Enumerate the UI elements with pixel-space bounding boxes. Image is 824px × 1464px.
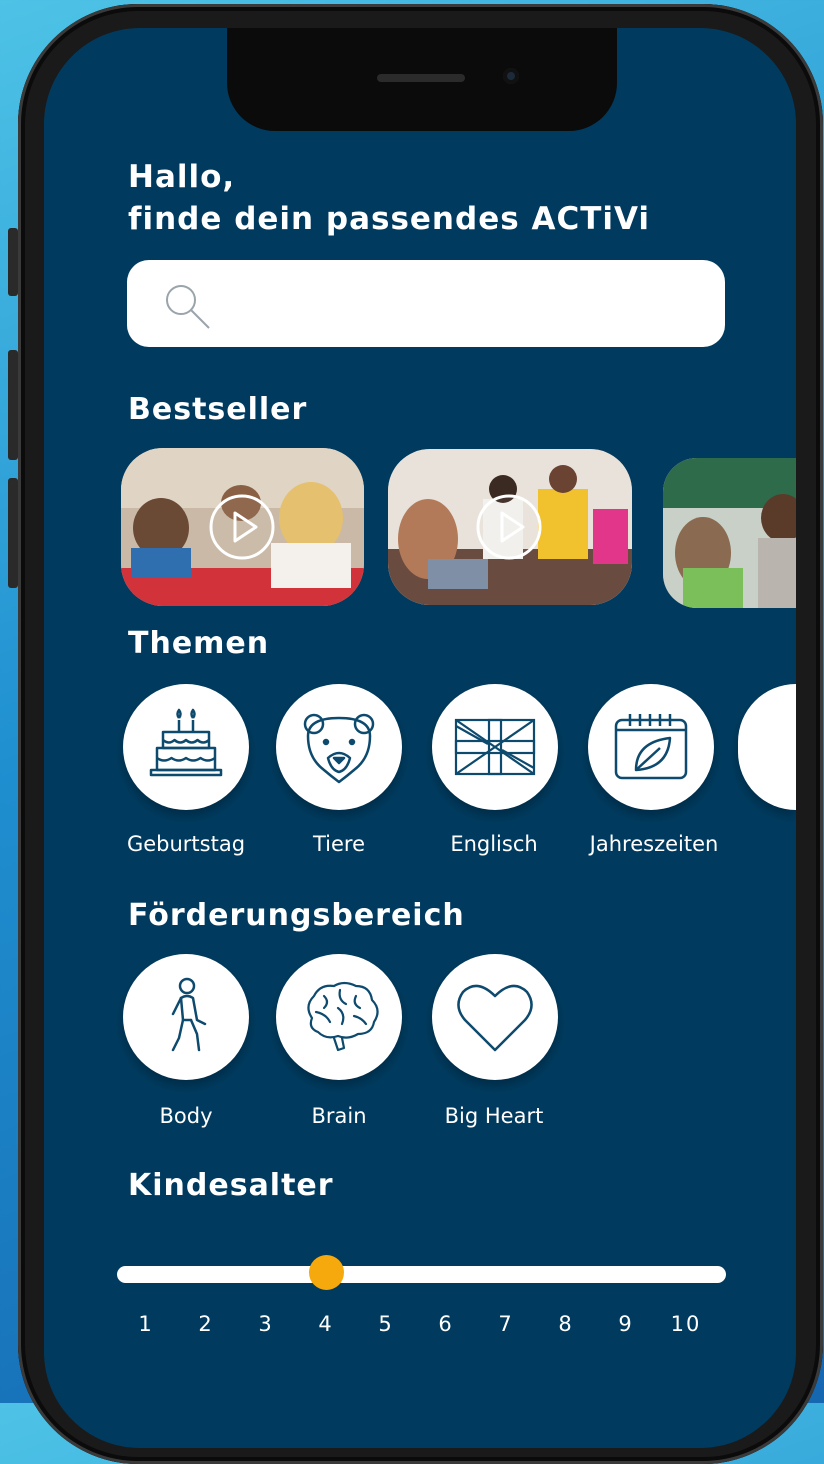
- app-screen: Hallo, finde dein passendes ACTiVi Bests…: [44, 28, 796, 1448]
- walking-person-icon: [171, 977, 207, 1052]
- speaker-grille: [377, 74, 465, 82]
- topic-label-geburtstag: Geburtstag: [126, 832, 246, 856]
- age-slider-thumb[interactable]: [309, 1255, 344, 1290]
- age-slider-track[interactable]: [117, 1266, 726, 1283]
- search-input[interactable]: [127, 260, 725, 347]
- topic-tiere[interactable]: [276, 684, 402, 810]
- area-label-body: Body: [159, 1104, 213, 1128]
- bestseller-video-3[interactable]: [663, 458, 796, 608]
- union-jack-flag-icon: [454, 718, 536, 776]
- topic-englisch[interactable]: [432, 684, 558, 810]
- age-tick-4[interactable]: 4: [306, 1312, 346, 1336]
- bear-icon: [303, 713, 375, 784]
- topic-geburtstag[interactable]: [123, 684, 249, 810]
- greeting-line-1: Hallo,: [128, 159, 236, 195]
- kindesalter-heading: Kindesalter: [128, 1168, 334, 1203]
- age-tick-5[interactable]: 5: [366, 1312, 406, 1336]
- topic-jahreszeiten[interactable]: [588, 684, 714, 810]
- topic-more[interactable]: [738, 684, 796, 810]
- age-tick-2[interactable]: 2: [186, 1312, 226, 1336]
- bestseller-heading: Bestseller: [128, 392, 308, 427]
- greeting-heading: Hallo, finde dein passendes ACTiVi: [128, 156, 650, 240]
- age-tick-labels: 1 2 3 4 5 6 7 8 9 10: [44, 1312, 796, 1342]
- themen-heading: Themen: [128, 626, 270, 661]
- age-tick-1[interactable]: 1: [126, 1312, 166, 1336]
- age-tick-10[interactable]: 10: [666, 1312, 706, 1336]
- age-tick-9[interactable]: 9: [606, 1312, 646, 1336]
- area-label-brain: Brain: [311, 1104, 367, 1128]
- phone-side-button-volume-up: [8, 350, 18, 460]
- foerderung-heading: Förderungsbereich: [128, 898, 465, 933]
- bestseller-video-2[interactable]: [388, 449, 632, 605]
- topic-label-jahreszeiten: Jahreszeiten: [589, 832, 719, 856]
- front-camera: [503, 68, 519, 84]
- area-brain[interactable]: [276, 954, 402, 1080]
- heart-icon: [457, 984, 533, 1052]
- age-tick-7[interactable]: 7: [486, 1312, 526, 1336]
- search-icon: [166, 285, 210, 329]
- classroom-photo: [663, 458, 796, 608]
- birthday-cake-icon: [149, 708, 223, 777]
- area-big-heart[interactable]: [432, 954, 558, 1080]
- topic-label-tiere: Tiere: [312, 832, 366, 856]
- age-tick-3[interactable]: 3: [246, 1312, 286, 1336]
- phone-notch: [227, 28, 617, 131]
- area-label-big-heart: Big Heart: [444, 1104, 544, 1128]
- phone-side-button-volume-down: [8, 478, 18, 588]
- phone-side-button-silent: [8, 228, 18, 296]
- play-icon[interactable]: [475, 493, 543, 561]
- calendar-leaf-icon: [614, 714, 688, 780]
- greeting-line-2: finde dein passendes ACTiVi: [128, 201, 651, 237]
- brain-icon: [307, 981, 379, 1052]
- age-tick-8[interactable]: 8: [546, 1312, 586, 1336]
- age-tick-6[interactable]: 6: [426, 1312, 466, 1336]
- play-icon[interactable]: [208, 493, 276, 561]
- area-body[interactable]: [123, 954, 249, 1080]
- bestseller-video-1[interactable]: [121, 448, 364, 606]
- topic-label-englisch: Englisch: [450, 832, 538, 856]
